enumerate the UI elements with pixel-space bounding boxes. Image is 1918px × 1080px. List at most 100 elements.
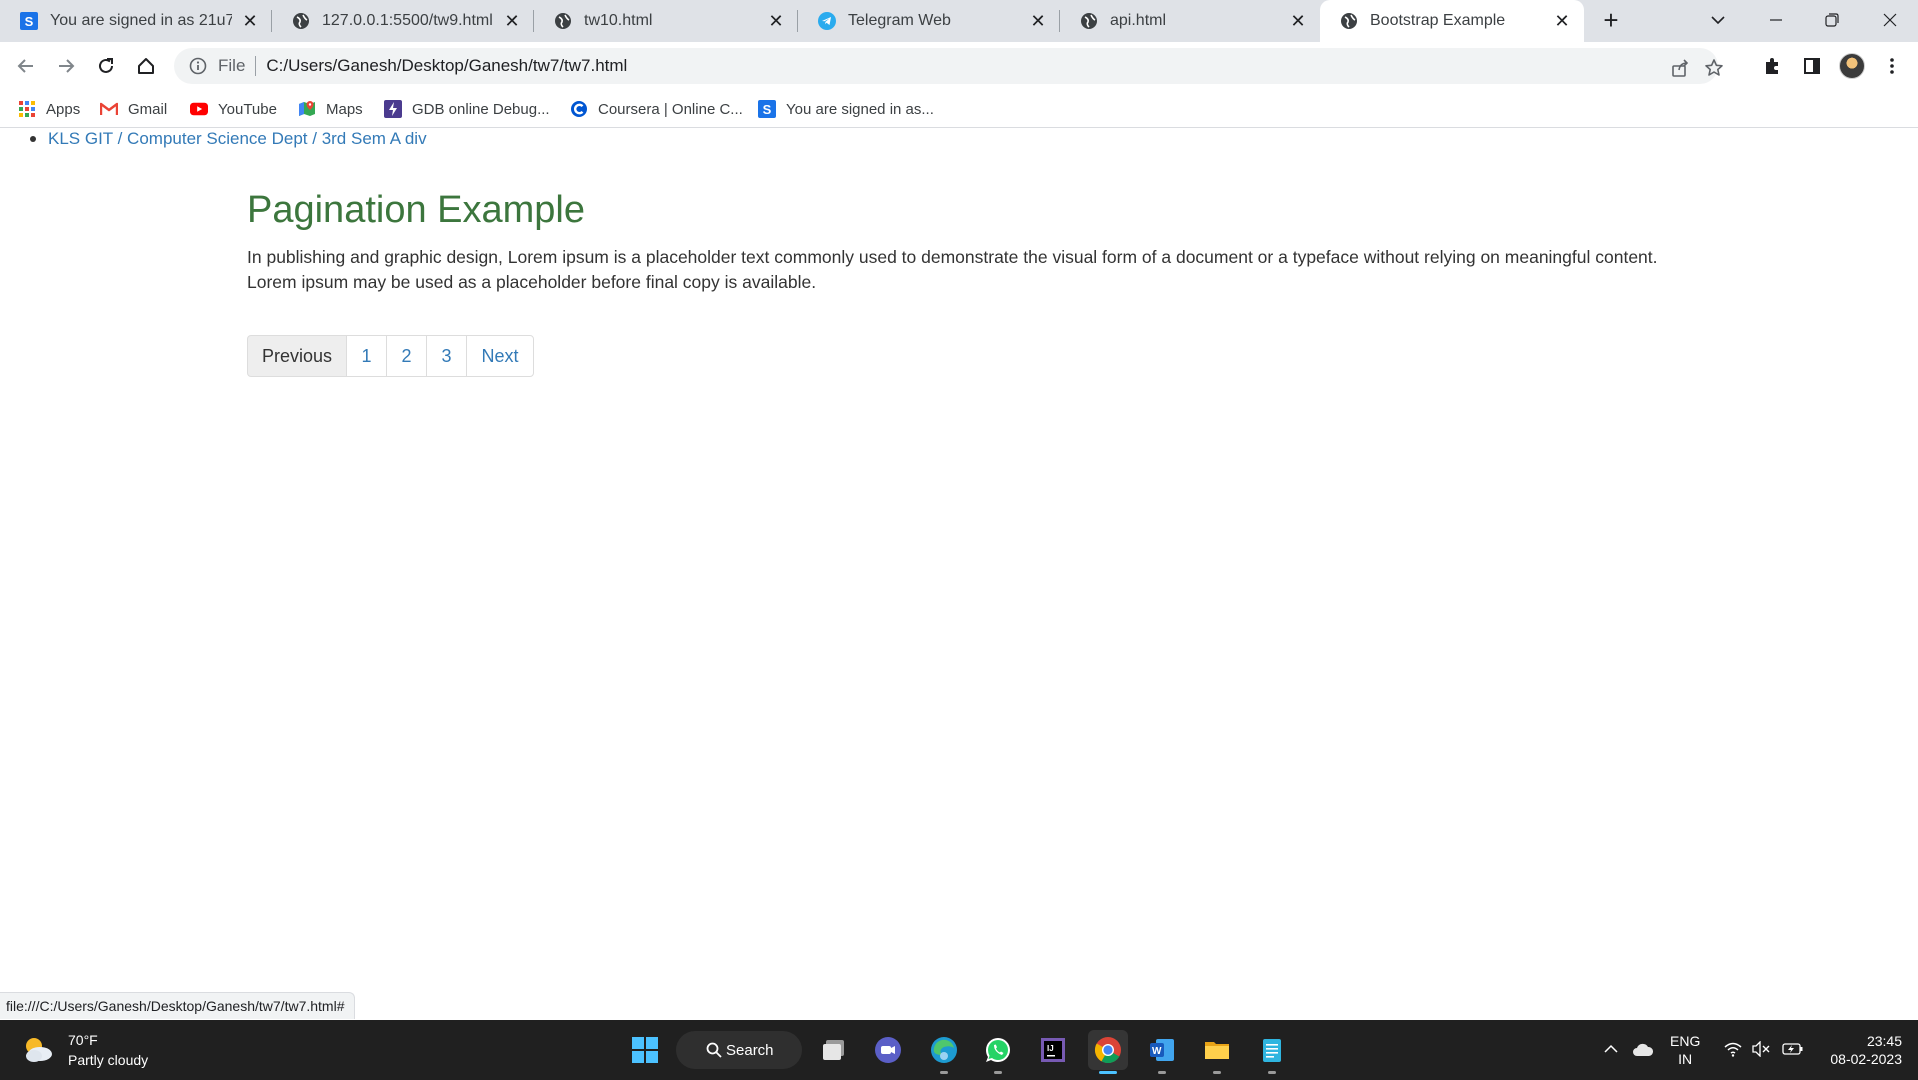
chevron-up-icon [1604,1044,1618,1053]
tab-bootstrap-example[interactable]: Bootstrap Example ✕ [1320,0,1584,42]
pagination: Previous 1 2 3 Next [247,335,1687,377]
profile-button[interactable] [1836,50,1868,82]
notepad-icon [1263,1039,1281,1062]
pagination-page-3[interactable]: 3 [426,335,467,377]
edge-icon [931,1037,957,1063]
weather-temp: 70°F [68,1032,98,1048]
bookmark-gdb[interactable]: GDB online Debug... [384,98,550,120]
search-label: Search [726,1041,774,1059]
url-scheme-label: File [218,56,246,75]
tab-title: Telegram Web [848,12,951,29]
close-icon[interactable]: ✕ [240,11,260,31]
s-logo-icon: S [20,12,38,30]
breadcrumb-link[interactable]: KLS GIT / Computer Science Dept / 3rd Se… [48,129,427,149]
tab-signed-in[interactable]: S You are signed in as 21u76 ✕ [0,0,272,42]
side-panel-button[interactable] [1796,50,1828,82]
show-hidden-icons-button[interactable] [1598,1036,1624,1062]
minimize-icon [1770,19,1782,21]
chrome-app[interactable] [1088,1030,1128,1074]
close-icon[interactable]: ✕ [1028,11,1048,31]
forward-button[interactable] [50,50,82,82]
bookmark-label: Apps [46,100,81,118]
bookmark-star-icon[interactable] [1702,56,1726,80]
bookmark-youtube[interactable]: YouTube [190,98,277,120]
language-indicator[interactable]: ENG IN [1670,1032,1700,1068]
arrow-left-icon [17,59,33,73]
bookmarks-bar: Apps Gmail YouTube Maps GDB online Debug… [0,90,1918,128]
close-window-button[interactable] [1862,0,1918,40]
tab-api[interactable]: api.html ✕ [1060,0,1320,42]
bookmark-signed-in[interactable]: S You are signed in as... [758,98,934,120]
url-text[interactable]: C:/Users/Ganesh/Desktop/Ganesh/tw7/tw7.h… [266,56,627,76]
bookmark-gmail[interactable]: Gmail [100,98,167,120]
tab-title: api.html [1110,12,1167,29]
minimize-button[interactable] [1748,0,1804,40]
intellij-app[interactable]: IJ [1033,1030,1073,1070]
s-logo-icon: S [758,100,776,118]
task-view-button[interactable] [814,1030,854,1070]
system-clock[interactable]: 23:45 08-02-2023 [1822,1032,1902,1068]
notepad-app[interactable] [1252,1030,1292,1074]
taskbar-search[interactable]: Search [676,1031,802,1069]
start-button[interactable] [625,1030,665,1070]
browser-toolbar: File C:/Users/Ganesh/Desktop/Ganesh/tw7/… [0,42,1918,90]
edge-app[interactable] [924,1030,964,1074]
language-region: IN [1678,1051,1693,1067]
back-button[interactable] [10,50,42,82]
weather-widget[interactable]: 70°F Partly cloudy [20,1030,148,1070]
bookmark-apps[interactable]: Apps [18,98,80,120]
windows-logo-icon [632,1037,658,1063]
battery-button[interactable] [1780,1036,1806,1062]
intellij-icon: IJ [1041,1038,1065,1062]
youtube-icon [190,100,208,118]
bullet [30,136,36,142]
pagination-page-1[interactable]: 1 [346,335,387,377]
share-icon[interactable] [1668,56,1692,80]
tab-tw9[interactable]: 127.0.0.1:5500/tw9.html ✕ [272,0,534,42]
tab-title: 127.0.0.1:5500/tw9.html [322,12,493,29]
teams-chat-app[interactable] [868,1030,908,1070]
page-title: Pagination Example [247,189,585,231]
close-icon[interactable]: ✕ [1288,11,1308,31]
reload-icon [99,58,113,73]
close-icon[interactable]: ✕ [502,11,522,31]
tab-telegram[interactable]: Telegram Web ✕ [798,0,1060,42]
onedrive-button[interactable] [1630,1036,1656,1062]
volume-button[interactable] [1748,1036,1774,1062]
status-url-bubble: file:///C:/Users/Ganesh/Desktop/Ganesh/t… [0,992,356,1019]
svg-text:S: S [763,102,772,117]
bookmark-coursera[interactable]: Coursera | Online C... [570,98,743,120]
windows-taskbar: 70°F Partly cloudy Search IJ W ENG IN 23… [0,1020,1918,1080]
network-button[interactable] [1720,1036,1746,1062]
close-icon [1883,13,1897,27]
telegram-icon [818,12,836,30]
bookmark-label: Coursera | Online C... [598,100,743,118]
menu-button[interactable] [1876,50,1908,82]
svg-text:S: S [25,14,34,29]
page-viewport: KLS GIT / Computer Science Dept / 3rd Se… [0,129,1918,1021]
whatsapp-app[interactable] [978,1030,1018,1074]
globe-icon [1080,12,1098,30]
word-app[interactable]: W [1142,1030,1182,1074]
close-icon[interactable]: ✕ [1552,11,1572,31]
pagination-next[interactable]: Next [466,335,534,377]
partly-cloudy-icon [20,1032,56,1068]
puzzle-icon [1766,58,1778,74]
home-button[interactable] [130,50,162,82]
reload-button[interactable] [90,50,122,82]
file-explorer-app[interactable] [1197,1030,1237,1074]
bookmark-label: Gmail [128,100,168,118]
new-tab-button[interactable]: + [1596,6,1626,36]
pagination-previous[interactable]: Previous [247,335,347,377]
address-bar[interactable]: File C:/Users/Ganesh/Desktop/Ganesh/tw7/… [174,48,1723,84]
tab-tw10[interactable]: tw10.html ✕ [534,0,798,42]
bookmark-maps[interactable]: Maps [298,98,363,120]
tab-search-button[interactable] [1690,0,1746,40]
info-icon[interactable] [188,56,208,76]
clock-date: 08-02-2023 [1830,1051,1902,1067]
pagination-page-2[interactable]: 2 [386,335,427,377]
close-icon[interactable]: ✕ [766,11,786,31]
breadcrumb: KLS GIT / Computer Science Dept / 3rd Se… [30,129,427,149]
restore-button[interactable] [1804,0,1860,40]
extensions-button[interactable] [1756,50,1788,82]
